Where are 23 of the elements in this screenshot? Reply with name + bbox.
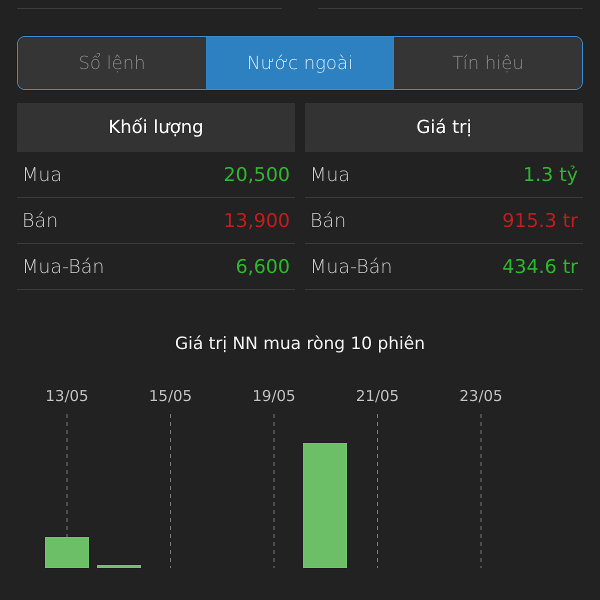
tab[interactable]: Sổ lệnh (18, 37, 206, 89)
date-label: 19/05 (252, 387, 296, 405)
row-label: Mua-Bán (310, 256, 392, 278)
row-label: Bán (310, 210, 346, 232)
date-label: 15/05 (148, 387, 192, 405)
row-value: 915.3 tr (502, 210, 578, 232)
row-value: 20,500 (224, 164, 290, 186)
row-value: 1.3 tỷ (523, 164, 578, 186)
date-label: 23/05 (459, 387, 503, 405)
date-label: 13/05 (45, 387, 89, 405)
row-label: Mua (22, 164, 62, 186)
tab[interactable]: Nước ngoài (206, 37, 394, 89)
row-label: Mua-Bán (22, 256, 104, 278)
tab[interactable]: Tín hiệu (394, 37, 582, 89)
row-label: Bán (22, 210, 58, 232)
column-header: Giá trị (305, 103, 583, 152)
row-value: 6,600 (236, 256, 290, 278)
column-header: Khối lượng (17, 103, 295, 152)
date-label: 21/05 (356, 387, 400, 405)
row-value: 434.6 tr (502, 256, 578, 278)
row-value: 13,900 (224, 210, 290, 232)
chart-title: Giá trị NN mua ròng 10 phiên (174, 334, 426, 354)
row-label: Mua (310, 164, 350, 186)
